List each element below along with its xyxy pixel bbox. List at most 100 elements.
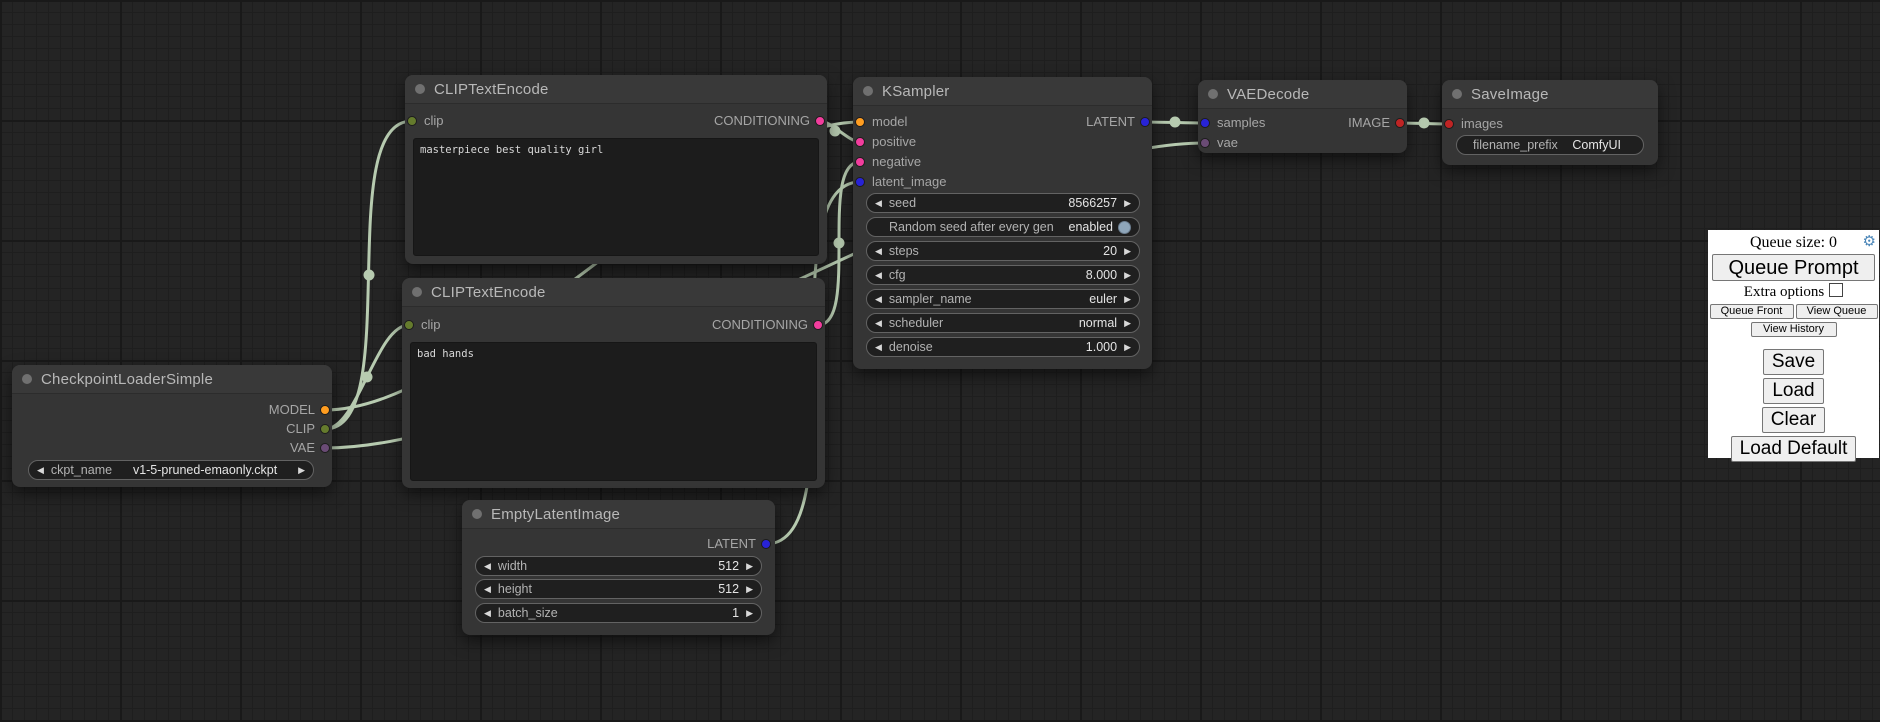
widget-width[interactable]: ◀ width 512 ▶ <box>475 556 762 576</box>
extra-options-checkbox[interactable] <box>1829 283 1843 297</box>
decrement-arrow-icon[interactable]: ◀ <box>875 319 882 328</box>
widget-cfg[interactable]: ◀ cfg 8.000 ▶ <box>866 265 1140 285</box>
decrement-arrow-icon[interactable]: ◀ <box>484 609 491 618</box>
increment-arrow-icon[interactable]: ▶ <box>298 466 305 475</box>
node-collapse-dot-icon[interactable] <box>415 84 425 94</box>
increment-arrow-icon[interactable]: ▶ <box>746 562 753 571</box>
queue-prompt-button[interactable]: Queue Prompt <box>1712 254 1875 281</box>
node-collapse-dot-icon[interactable] <box>412 287 422 297</box>
input-slot-label-clip: clip <box>424 114 444 128</box>
increment-arrow-icon[interactable]: ▶ <box>1124 295 1131 304</box>
node-clip-text-encode-negative[interactable]: CLIPTextEncode clip CONDITIONING bad han… <box>402 278 825 488</box>
input-port-images[interactable] <box>1444 119 1454 129</box>
increment-arrow-icon[interactable]: ▶ <box>746 585 753 594</box>
decrement-arrow-icon[interactable]: ◀ <box>875 271 882 280</box>
node-checkpoint-loader-simple[interactable]: CheckpointLoaderSimple MODEL CLIP VAE ◀ … <box>12 365 332 487</box>
output-port-latent[interactable] <box>761 539 771 549</box>
output-port-latent[interactable] <box>1140 117 1150 127</box>
extra-options-label: Extra options <box>1744 284 1824 300</box>
input-port-clip[interactable] <box>407 116 417 126</box>
view-history-button[interactable]: View History <box>1751 322 1837 337</box>
widget-label: steps <box>889 244 919 258</box>
widget-batch-size[interactable]: ◀ batch_size 1 ▶ <box>475 603 762 623</box>
decrement-arrow-icon[interactable]: ◀ <box>875 199 882 208</box>
node-ksampler[interactable]: KSampler model positive negative latent_… <box>853 77 1152 369</box>
comfyui-canvas[interactable]: { "app": "ComfyUI node graph", "palette"… <box>0 0 1880 722</box>
clear-button[interactable]: Clear <box>1762 407 1825 433</box>
node-title-bar[interactable]: VAEDecode <box>1198 80 1407 109</box>
node-title: CheckpointLoaderSimple <box>41 371 213 388</box>
increment-arrow-icon[interactable]: ▶ <box>1124 319 1131 328</box>
save-button[interactable]: Save <box>1763 349 1824 375</box>
node-save-image[interactable]: SaveImage images filename_prefix ComfyUI <box>1442 80 1658 165</box>
widget-seed[interactable]: ◀ seed 8566257 ▶ <box>866 193 1140 213</box>
node-title-bar[interactable]: CheckpointLoaderSimple <box>12 365 332 394</box>
output-port-conditioning[interactable] <box>813 320 823 330</box>
input-port-latent-image[interactable] <box>855 177 865 187</box>
output-slot-label-image: IMAGE <box>1348 116 1390 130</box>
negative-prompt-textarea[interactable]: bad hands <box>410 342 817 481</box>
widget-steps[interactable]: ◀ steps 20 ▶ <box>866 241 1140 261</box>
widget-label: scheduler <box>889 316 943 330</box>
output-port-clip[interactable] <box>320 424 330 434</box>
view-queue-button[interactable]: View Queue <box>1796 304 1878 319</box>
output-slot-label-conditioning: CONDITIONING <box>714 114 810 128</box>
widget-ckpt-name[interactable]: ◀ ckpt_name v1-5-pruned-emaonly.ckpt ▶ <box>28 460 314 480</box>
widget-value: 8566257 <box>1068 196 1117 210</box>
widget-value: 8.000 <box>1086 268 1117 282</box>
output-slot-label-vae: VAE <box>290 441 315 455</box>
node-collapse-dot-icon[interactable] <box>22 374 32 384</box>
decrement-arrow-icon[interactable]: ◀ <box>875 247 882 256</box>
increment-arrow-icon[interactable]: ▶ <box>1124 343 1131 352</box>
decrement-arrow-icon[interactable]: ◀ <box>37 466 44 475</box>
increment-arrow-icon[interactable]: ▶ <box>1124 271 1131 280</box>
load-button[interactable]: Load <box>1763 378 1823 404</box>
output-port-conditioning[interactable] <box>815 116 825 126</box>
node-clip-text-encode-positive[interactable]: CLIPTextEncode clip CONDITIONING masterp… <box>405 75 827 264</box>
widget-height[interactable]: ◀ height 512 ▶ <box>475 579 762 599</box>
decrement-arrow-icon[interactable]: ◀ <box>484 562 491 571</box>
node-collapse-dot-icon[interactable] <box>863 86 873 96</box>
node-title-bar[interactable]: EmptyLatentImage <box>462 500 775 529</box>
node-title-bar[interactable]: KSampler <box>853 77 1152 106</box>
positive-prompt-textarea[interactable]: masterpiece best quality girl <box>413 138 819 256</box>
decrement-arrow-icon[interactable]: ◀ <box>875 343 882 352</box>
output-port-model[interactable] <box>320 405 330 415</box>
input-port-samples[interactable] <box>1200 118 1210 128</box>
node-empty-latent-image[interactable]: EmptyLatentImage LATENT ◀ width 512 ▶ ◀ … <box>462 500 775 635</box>
output-port-image[interactable] <box>1395 118 1405 128</box>
decrement-arrow-icon[interactable]: ◀ <box>484 585 491 594</box>
settings-gear-icon[interactable]: ⚙ <box>1863 233 1876 251</box>
queue-front-button[interactable]: Queue Front <box>1710 304 1794 319</box>
input-port-clip[interactable] <box>404 320 414 330</box>
widget-scheduler[interactable]: ◀ scheduler normal ▶ <box>866 313 1140 333</box>
widget-label: sampler_name <box>889 292 972 306</box>
node-collapse-dot-icon[interactable] <box>1452 89 1462 99</box>
widget-denoise[interactable]: ◀ denoise 1.000 ▶ <box>866 337 1140 357</box>
input-port-negative[interactable] <box>855 157 865 167</box>
decrement-arrow-icon[interactable]: ◀ <box>875 295 882 304</box>
load-default-button[interactable]: Load Default <box>1731 436 1857 462</box>
node-collapse-dot-icon[interactable] <box>1208 89 1218 99</box>
node-title-bar[interactable]: CLIPTextEncode <box>405 75 827 104</box>
widget-filename-prefix[interactable]: filename_prefix ComfyUI <box>1456 135 1644 155</box>
widget-label: batch_size <box>498 606 558 620</box>
widget-value: ComfyUI <box>1572 138 1621 152</box>
increment-arrow-icon[interactable]: ▶ <box>1124 199 1131 208</box>
widget-sampler-name[interactable]: ◀ sampler_name euler ▶ <box>866 289 1140 309</box>
input-port-positive[interactable] <box>855 137 865 147</box>
node-title-bar[interactable]: SaveImage <box>1442 80 1658 109</box>
widget-random-seed-toggle[interactable]: Random seed after every gen enabled <box>866 217 1140 237</box>
output-slot-label-latent: LATENT <box>707 537 756 551</box>
increment-arrow-icon[interactable]: ▶ <box>1124 247 1131 256</box>
input-slot-label-latent-image: latent_image <box>872 175 946 189</box>
node-title-bar[interactable]: CLIPTextEncode <box>402 278 825 307</box>
input-port-vae[interactable] <box>1200 138 1210 148</box>
widget-value: 20 <box>1103 244 1117 258</box>
node-vae-decode[interactable]: VAEDecode samples vae IMAGE <box>1198 80 1407 153</box>
increment-arrow-icon[interactable]: ▶ <box>746 609 753 618</box>
toggle-knob-icon[interactable] <box>1118 221 1131 234</box>
output-port-vae[interactable] <box>320 443 330 453</box>
input-port-model[interactable] <box>855 117 865 127</box>
node-collapse-dot-icon[interactable] <box>472 509 482 519</box>
